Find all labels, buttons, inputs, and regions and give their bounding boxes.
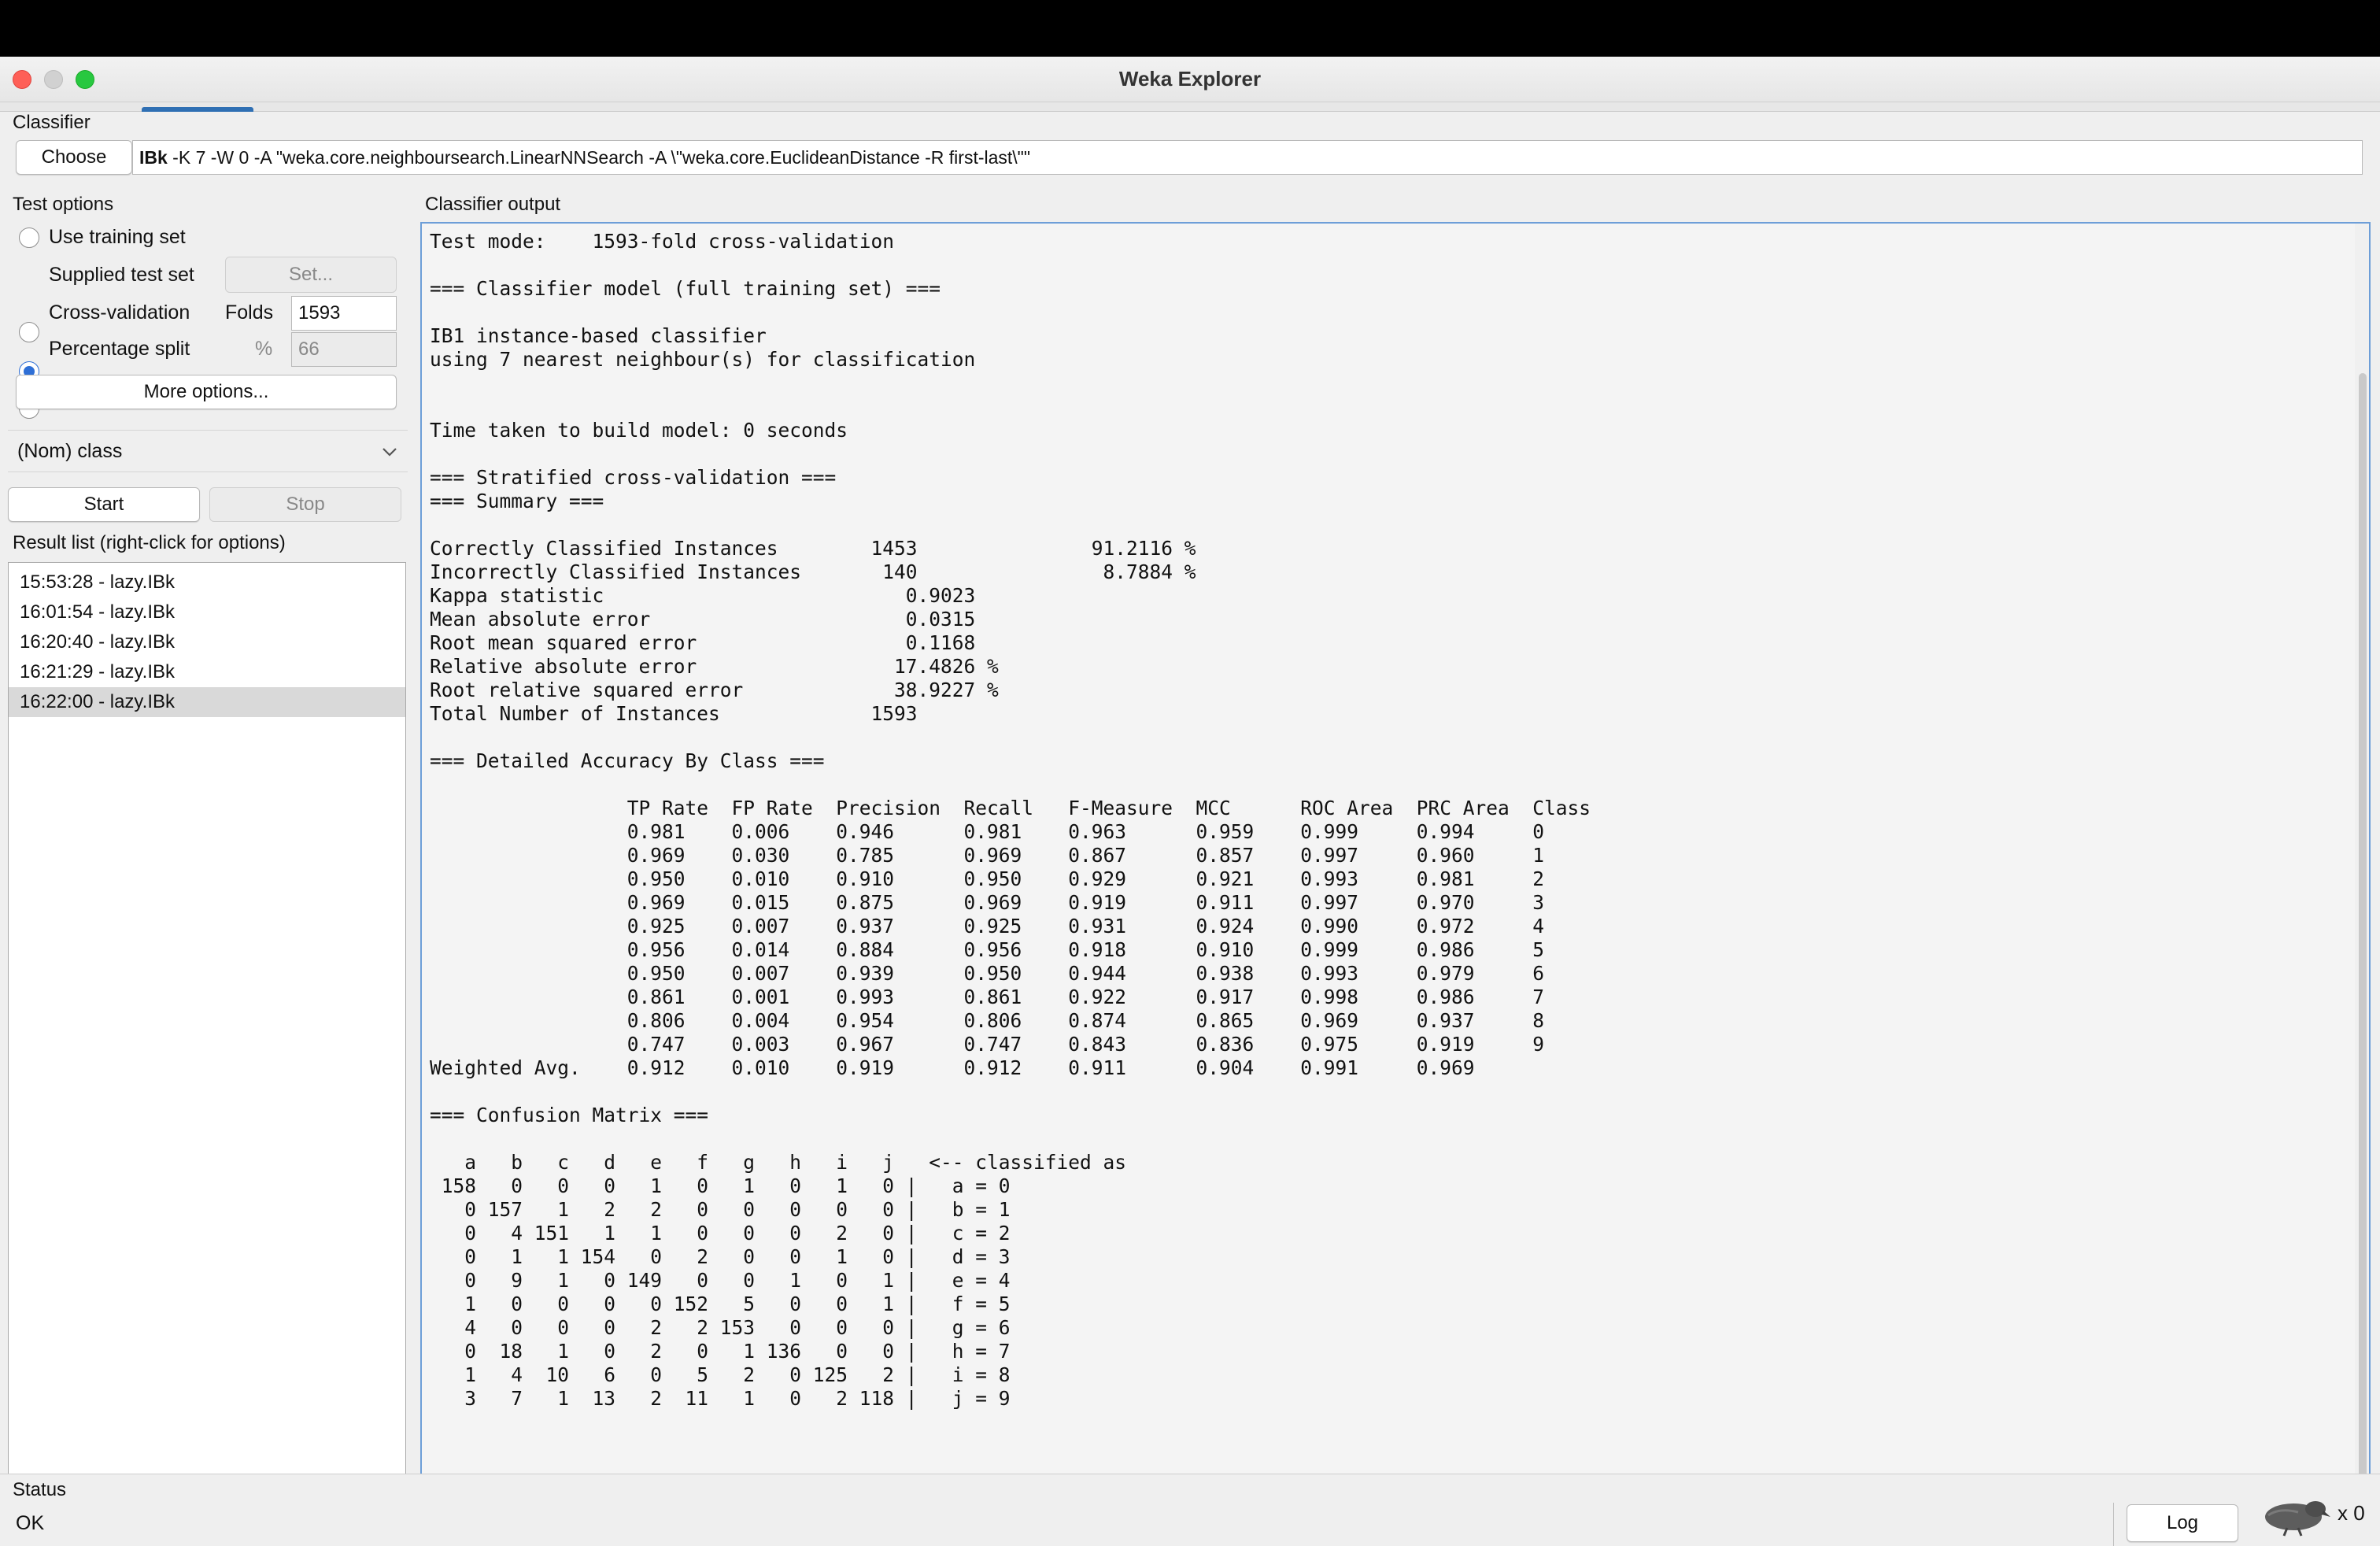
status-bar: Status OK Log x 0 [0,1474,2380,1546]
class-attribute-select[interactable]: (Nom) class [8,430,408,472]
output-scrollbar-thumb[interactable] [2359,373,2367,1507]
folds-input[interactable]: 1593 [291,296,397,331]
use-training-set-label: Use training set [49,226,186,248]
status-count: x 0 [2338,1501,2365,1525]
choose-classifier-button[interactable]: Choose [16,140,132,175]
classifier-name: IBk [139,147,168,168]
menu-bar-background [0,0,2380,57]
result-list: 15:53:28 - lazy.IBk 16:01:54 - lazy.IBk … [8,562,406,1522]
classifier-output-panel[interactable]: Test mode: 1593-fold cross-validation ==… [420,222,2371,1522]
title-bar: Weka Explorer [0,57,2380,102]
result-list-item-selected[interactable]: 16:22:00 - lazy.IBk [9,687,405,717]
more-options-button[interactable]: More options... [16,375,397,409]
status-section-label: Status [13,1479,67,1500]
percentage-split-input[interactable]: 66 [291,332,397,367]
percentage-split-label: Percentage split [49,338,190,360]
output-scrollbar[interactable] [2355,224,2369,1521]
status-message-field: OK [0,1503,2114,1546]
classifier-output-label: Classifier output [425,194,561,215]
result-list-item[interactable]: 16:21:29 - lazy.IBk [9,657,405,687]
stop-button[interactable]: Stop [209,487,401,522]
set-test-set-button[interactable]: Set... [225,257,397,293]
folds-label: Folds [225,301,274,324]
result-list-item[interactable]: 16:01:54 - lazy.IBk [9,597,405,627]
classifier-section-label: Classifier [13,112,91,133]
percent-label: % [255,338,273,360]
use-training-set-radio[interactable] [19,227,39,248]
chevron-down-icon [382,448,397,457]
classifier-config-field[interactable]: IBk -K 7 -W 0 -A "weka.core.neighboursea… [132,140,2363,175]
classifier-options: -K 7 -W 0 -A "weka.core.neighboursearch.… [167,147,1031,168]
log-button[interactable]: Log [2127,1504,2238,1542]
weka-bird-icon [2265,1501,2330,1537]
supplied-test-set-radio[interactable] [19,322,39,342]
test-options-section-label: Test options [13,194,114,215]
result-list-item[interactable]: 16:20:40 - lazy.IBk [9,627,405,657]
active-tab-indicator[interactable] [142,107,253,112]
classifier-output-text: Test mode: 1593-fold cross-validation ==… [430,230,1591,1410]
class-attribute-value: (Nom) class [17,440,123,462]
start-button[interactable]: Start [8,487,200,522]
weka-explorer-window: Weka Explorer Classifier Choose IBk -K 7… [0,57,2380,1546]
cross-validation-label: Cross-validation [49,301,190,324]
window-title: Weka Explorer [1118,67,1262,91]
result-list-item[interactable]: 15:53:28 - lazy.IBk [9,568,405,597]
result-list-label: Result list (right-click for options) [13,532,286,553]
status-message: OK [16,1512,45,1534]
supplied-test-set-label: Supplied test set [49,264,194,286]
tab-strip [0,102,2380,112]
